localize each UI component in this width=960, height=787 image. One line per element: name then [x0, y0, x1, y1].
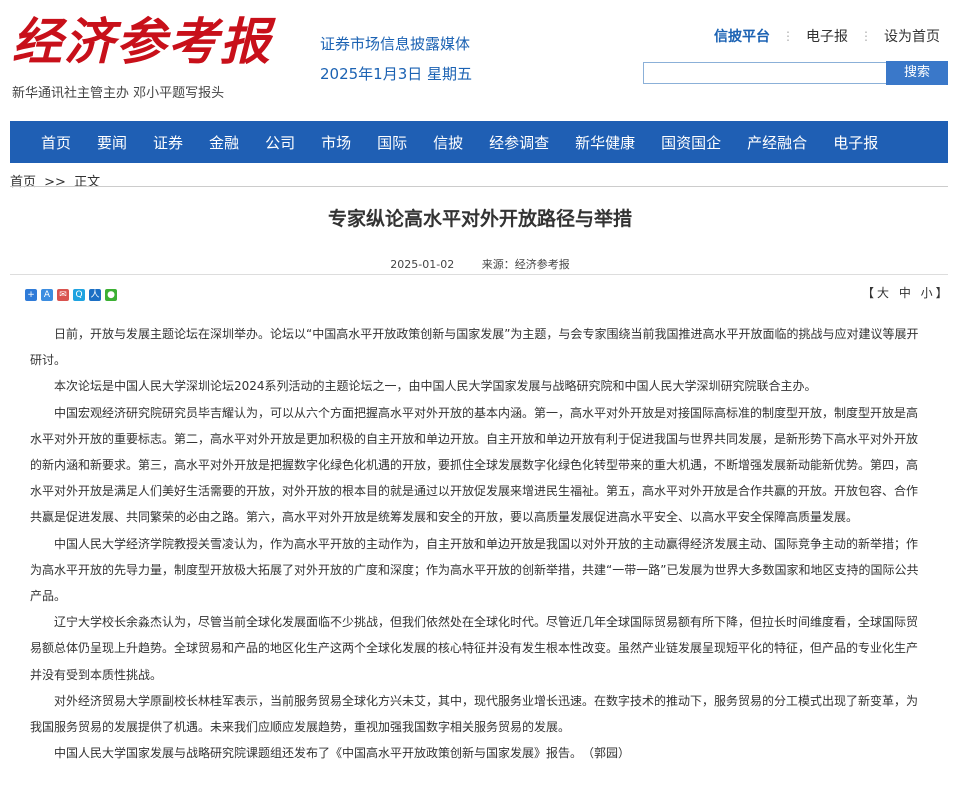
- breadcrumb-separator: >>: [44, 175, 66, 190]
- breadcrumb-home[interactable]: 首页: [10, 175, 36, 190]
- breadcrumb-divider: [10, 186, 948, 187]
- nav-item-international[interactable]: 国际: [377, 132, 407, 153]
- nav-item-home[interactable]: 首页: [41, 132, 71, 153]
- article-source: 来源：经济参考报: [481, 258, 570, 271]
- logo-subtitle: 新华通讯社主管主办 邓小平题写报头: [12, 86, 225, 101]
- link-set-homepage[interactable]: 设为首页: [872, 26, 952, 46]
- nav-item-investigation[interactable]: 经参调查: [489, 132, 549, 153]
- site-slogan: 证券市场信息披露媒体: [320, 35, 471, 53]
- share-renren-icon[interactable]: 人: [89, 289, 101, 301]
- article-title: 专家纵论高水平对外开放路径与举措: [327, 208, 632, 230]
- nav-item-securities[interactable]: 证券: [153, 132, 183, 153]
- nav-item-finance[interactable]: 金融: [209, 132, 239, 153]
- logo-text: 经济参考报: [12, 12, 272, 71]
- share-mail-icon[interactable]: ✉: [57, 289, 69, 301]
- current-date: 2025年1月3日 星期五: [320, 65, 473, 83]
- share-plus-icon[interactable]: +: [25, 289, 37, 301]
- nav-item-soe[interactable]: 国资国企: [661, 132, 721, 153]
- nav-item-industry[interactable]: 产经融合: [747, 132, 807, 153]
- article-paragraph: 日前，开放与发展主题论坛在深圳举办。论坛以“中国高水平开放政策创新与国家发展”为…: [30, 327, 919, 368]
- breadcrumb: 首页 >> 正文: [10, 171, 100, 190]
- breadcrumb-current: 正文: [74, 175, 101, 190]
- divider: ⋮: [782, 29, 794, 43]
- link-disclosure-platform[interactable]: 信披平台: [714, 26, 782, 46]
- search-button[interactable]: 搜索: [886, 61, 948, 85]
- article-body: 日前，开放与发展主题论坛在深圳举办。论坛以“中国高水平开放政策创新与国家发展”为…: [30, 321, 926, 766]
- main-nav: 首页 要闻 证券 金融 公司 市场 国际 信披 经参调查 新华健康 国资国企 产…: [10, 121, 948, 163]
- article-paragraph: 中国宏观经济研究院研究员毕吉耀认为，可以从六个方面把握高水平对外开放的基本内涵。…: [30, 405, 919, 525]
- article-paragraph: 本次论坛是中国人民大学深圳论坛2024系列活动的主题论坛之一，由中国人民大学国家…: [54, 379, 817, 394]
- article-paragraph: 对外经济贸易大学原副校长林桂军表示，当前服务贸易全球化方兴未艾，其中，现代服务业…: [30, 693, 919, 735]
- nav-item-health[interactable]: 新华健康: [575, 132, 635, 153]
- top-links: 信披平台 ⋮ 电子报 ⋮ 设为首页: [714, 26, 952, 46]
- nav-item-news[interactable]: 要闻: [97, 132, 127, 153]
- search-input[interactable]: [643, 62, 887, 84]
- nav-item-companies[interactable]: 公司: [265, 132, 295, 153]
- meta-divider: [10, 274, 948, 275]
- nav-item-epaper[interactable]: 电子报: [833, 132, 878, 153]
- link-epaper[interactable]: 电子报: [794, 26, 860, 46]
- share-qzone-icon[interactable]: Q: [73, 289, 85, 301]
- share-bar: + A ✉ Q 人 ●: [25, 289, 121, 301]
- article-paragraph: 辽宁大学校长余淼杰认为，尽管当前全球化发展面临不少挑战，但我们依然处在全球化时代…: [30, 615, 919, 682]
- article-meta: 2025-01-02 来源：经济参考报: [0, 256, 960, 272]
- nav-item-disclosure[interactable]: 信披: [433, 132, 463, 153]
- article-date: 2025-01-02: [390, 258, 455, 271]
- article-paragraph: 中国人民大学国家发展与战略研究院课题组还发布了《中国高水平开放政策创新与国家发展…: [54, 746, 631, 761]
- site-logo[interactable]: 经济参考报: [12, 10, 270, 82]
- font-size-selector[interactable]: 【大 中 小】: [862, 284, 951, 301]
- share-weibo-icon[interactable]: A: [41, 289, 53, 301]
- article-paragraph: 中国人民大学经济学院教授关雪凌认为，作为高水平开放的主动作为，自主开放和单边开放…: [30, 536, 919, 604]
- share-wechat-icon[interactable]: ●: [105, 289, 117, 301]
- nav-item-markets[interactable]: 市场: [321, 132, 351, 153]
- divider: ⋮: [860, 29, 872, 43]
